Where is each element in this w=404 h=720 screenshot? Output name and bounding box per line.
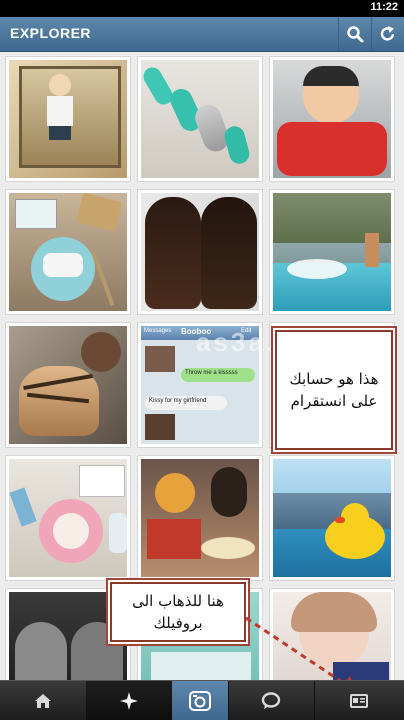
account-note-text: هذا هو حسابك على انستقرام xyxy=(289,370,379,410)
account-annotation: هذا هو حسابك على انستقرام xyxy=(275,330,393,450)
explore-icon xyxy=(120,691,138,710)
photo-tile[interactable] xyxy=(137,189,263,315)
photo-tile[interactable] xyxy=(137,56,263,182)
tab-news[interactable] xyxy=(228,681,315,720)
photo-tile[interactable] xyxy=(269,56,395,182)
photo-tile[interactable] xyxy=(5,322,131,448)
camera-icon xyxy=(189,690,211,711)
photo-tile[interactable] xyxy=(269,455,395,581)
home-icon xyxy=(35,693,51,708)
news-icon xyxy=(261,691,281,709)
tab-camera[interactable] xyxy=(172,681,229,720)
search-icon xyxy=(347,26,364,43)
messages-label: Messages xyxy=(144,328,172,334)
page-title: EXPLORER xyxy=(10,25,92,41)
search-button[interactable] xyxy=(338,17,371,51)
tab-home[interactable] xyxy=(0,681,87,720)
photo-tile[interactable] xyxy=(5,455,131,581)
profile-note-text: هنا للذهاب الى بروفيلك xyxy=(132,592,224,632)
photo-tile[interactable] xyxy=(137,455,263,581)
tab-explore[interactable] xyxy=(86,681,173,720)
refresh-button[interactable] xyxy=(371,17,404,51)
photo-tile[interactable] xyxy=(5,189,131,315)
photo-tile[interactable] xyxy=(269,189,395,315)
refresh-icon xyxy=(380,26,395,41)
bottom-nav xyxy=(0,680,404,720)
app-header: EXPLORER xyxy=(0,17,404,52)
message-bubble: Kissy for my girlfriend xyxy=(149,398,207,404)
message-bubble: Throw me a kisssss xyxy=(185,370,238,376)
photo-tile[interactable] xyxy=(5,56,131,182)
profile-annotation: هنا للذهاب الى بروفيلك xyxy=(110,582,246,642)
profile-icon xyxy=(350,693,368,708)
status-bar: 11:22 xyxy=(0,0,404,17)
tab-profile[interactable] xyxy=(314,681,404,720)
status-time: 11:22 xyxy=(370,1,398,13)
